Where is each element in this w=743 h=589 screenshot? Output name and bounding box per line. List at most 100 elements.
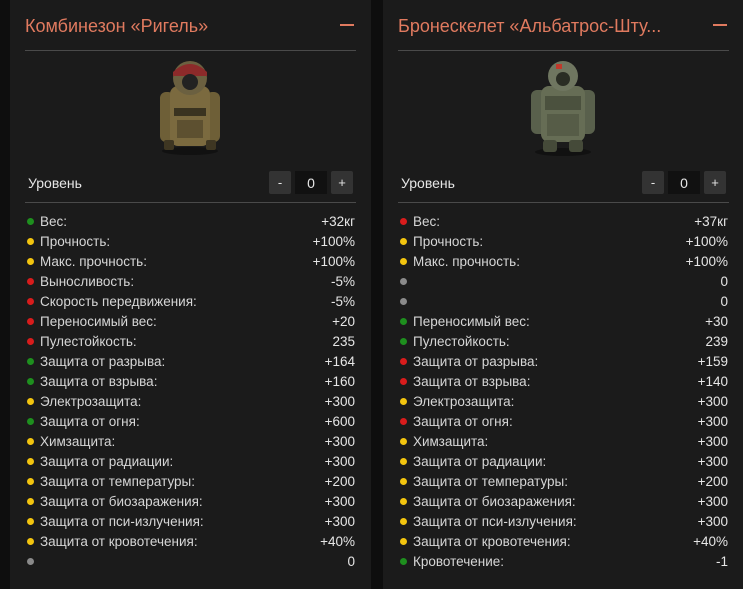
level-value[interactable]: 0 [295, 171, 327, 194]
level-increment-button[interactable]: + [704, 171, 726, 194]
status-dot-icon [400, 377, 407, 385]
stat-label: Электрозащита: [40, 393, 142, 409]
stat-value: 0 [720, 293, 728, 309]
level-value[interactable]: 0 [668, 171, 700, 194]
stat-value: +40% [693, 533, 728, 549]
stat-label: Защита от пси-излучения: [413, 513, 577, 529]
stat-value: +300 [324, 453, 355, 469]
stat-label: Защита от биозаражения: [413, 493, 576, 509]
stat-row: Защита от пси-излучения: +300 [398, 511, 729, 531]
level-label: Уровень [28, 175, 82, 191]
level-stepper: - 0 + [642, 171, 726, 194]
item-card-right: Бронескелет «Альбатрос-Шту... Уровень - … [383, 0, 743, 589]
level-row: Уровень - 0 + [25, 168, 356, 203]
status-dot-icon [400, 337, 407, 345]
collapse-icon[interactable] [713, 24, 727, 26]
status-dot-icon [27, 357, 34, 365]
status-dot-icon [27, 457, 34, 465]
stat-value: +300 [697, 433, 728, 449]
status-dot-icon [400, 277, 407, 285]
status-dot-icon [27, 217, 34, 225]
stat-value: +300 [697, 453, 728, 469]
status-dot-icon [400, 297, 407, 305]
stat-label: Защита от разрыва: [40, 353, 166, 369]
stat-value: +300 [324, 393, 355, 409]
stat-value: +37кг [694, 213, 728, 229]
stat-row: Защита от огня: +300 [398, 411, 729, 431]
stat-row: Защита от разрыва: +164 [25, 351, 356, 371]
stat-label: Переносимый вес: [413, 313, 530, 329]
stat-row: Защита от температуры: +200 [398, 471, 729, 491]
stat-value: +100% [312, 233, 355, 249]
stat-value: +300 [697, 393, 728, 409]
status-dot-icon [27, 257, 34, 265]
stat-label: Пулестойкость: [40, 333, 137, 349]
stat-value: +164 [324, 353, 355, 369]
stat-row: Химзащита: +300 [398, 431, 729, 451]
level-decrement-button[interactable]: - [269, 171, 291, 194]
stat-value: -1 [715, 553, 728, 569]
stat-row: Вес: +37кг [398, 211, 729, 231]
stat-label: Защита от огня: [40, 413, 140, 429]
suit-image [160, 61, 220, 155]
stat-value: +30 [705, 313, 728, 329]
stat-value: +160 [324, 373, 355, 389]
stat-label: Переносимый вес: [40, 313, 157, 329]
stat-row: Электрозащита: +300 [25, 391, 356, 411]
stat-label: Защита от разрыва: [413, 353, 539, 369]
stat-row: 0 [398, 291, 729, 311]
level-increment-button[interactable]: + [331, 171, 353, 194]
status-dot-icon [27, 497, 34, 505]
stat-value: +100% [685, 253, 728, 269]
stat-label: Скорость передвижения: [40, 293, 197, 309]
status-dot-icon [400, 557, 407, 565]
stat-label: Защита от взрыва: [40, 373, 158, 389]
status-dot-icon [27, 557, 34, 565]
status-dot-icon [400, 257, 407, 265]
stat-label: Защита от кровотечения: [413, 533, 571, 549]
stat-row: Защита от взрыва: +140 [398, 371, 729, 391]
stat-value: +140 [697, 373, 728, 389]
stat-label: Выносливость: [40, 273, 135, 289]
collapse-icon[interactable] [340, 24, 354, 26]
status-dot-icon [400, 477, 407, 485]
stat-value: +100% [312, 253, 355, 269]
stat-label: Защита от радиации: [40, 453, 174, 469]
status-dot-icon [400, 457, 407, 465]
level-decrement-button[interactable]: - [642, 171, 664, 194]
status-dot-icon [27, 477, 34, 485]
stat-row: Защита от пси-излучения: +300 [25, 511, 356, 531]
status-dot-icon [27, 337, 34, 345]
stat-row: 0 [25, 551, 356, 571]
status-dot-icon [400, 317, 407, 325]
status-dot-icon [27, 517, 34, 525]
status-dot-icon [27, 377, 34, 385]
stats-list: Вес: +37кг Прочность: +100% Макс. прочность:… [398, 211, 729, 571]
stat-row: Переносимый вес: +20 [25, 311, 356, 331]
status-dot-icon [400, 397, 407, 405]
stat-label: Кровотечение: [413, 553, 504, 569]
stat-row: Прочность: +100% [398, 231, 729, 251]
stat-value: +300 [697, 513, 728, 529]
card-header: Комбинезон «Ригель» [25, 14, 356, 51]
exoskeleton-image [531, 61, 595, 156]
status-dot-icon [400, 217, 407, 225]
status-dot-icon [400, 517, 407, 525]
level-row: Уровень - 0 + [398, 168, 729, 203]
stat-row: Защита от огня: +600 [25, 411, 356, 431]
stat-label: Защита от взрыва: [413, 373, 531, 389]
stat-value: +20 [332, 313, 355, 329]
stat-value: +300 [324, 493, 355, 509]
status-dot-icon [27, 417, 34, 425]
stat-value: +32кг [321, 213, 355, 229]
status-dot-icon [27, 317, 34, 325]
stat-row: Электрозащита: +300 [398, 391, 729, 411]
stat-row: Пулестойкость: 239 [398, 331, 729, 351]
status-dot-icon [27, 537, 34, 545]
stat-row: Переносимый вес: +30 [398, 311, 729, 331]
stat-label: Пулестойкость: [413, 333, 510, 349]
stat-value: +600 [324, 413, 355, 429]
stat-label: Химзащита: [413, 433, 489, 449]
stat-row: Защита от радиации: +300 [398, 451, 729, 471]
item-card-left: Комбинезон «Ригель» Уровень - 0 + Вес: +3… [10, 0, 371, 589]
